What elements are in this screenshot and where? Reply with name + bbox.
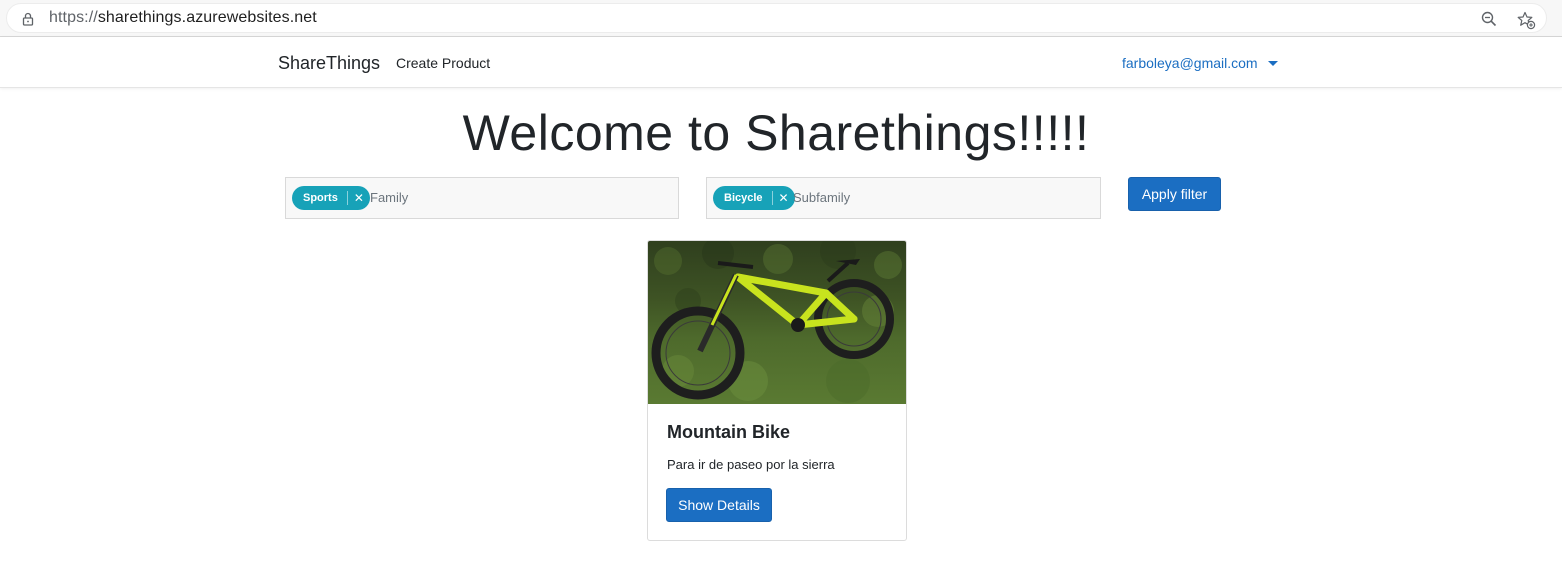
product-image[interactable] <box>648 241 906 404</box>
family-placeholder: Family <box>370 190 409 205</box>
page-title: Welcome to Sharethings!!!!! <box>462 105 1090 161</box>
subfamily-tag-label: Bicycle <box>724 192 763 204</box>
subfamily-placeholder: Subfamily <box>793 190 851 205</box>
remove-tag-icon[interactable]: ✕ <box>348 186 370 210</box>
subfamily-tag-input[interactable]: Bicycle ✕ Subfamily <box>706 177 1101 219</box>
url-protocol: https:// <box>49 9 98 26</box>
lock-icon[interactable] <box>20 11 36 27</box>
nav-link-create-product[interactable]: Create Product <box>396 55 490 71</box>
product-title: Mountain Bike <box>667 422 791 442</box>
navbar: ShareThings Create Product farboleya@gma… <box>0 37 1562 88</box>
family-tag-label: Sports <box>303 192 338 204</box>
url-host: sharethings.azurewebsites.net <box>97 9 317 26</box>
url-field[interactable]: https://sharethings.azurewebsites.net <box>6 3 1547 33</box>
add-favorite-icon[interactable] <box>1516 10 1536 30</box>
subfamily-tag: Bicycle ✕ <box>713 186 795 210</box>
family-tag: Sports ✕ <box>292 186 370 210</box>
remove-tag-icon[interactable]: ✕ <box>773 186 795 210</box>
product-description: Para ir de paseo por la sierra <box>667 457 835 472</box>
browser-address-bar: https://sharethings.azurewebsites.net <box>0 0 1562 37</box>
show-details-button[interactable]: Show Details <box>666 488 772 522</box>
product-card: Mountain Bike Para ir de paseo por la si… <box>647 240 907 541</box>
apply-filter-button[interactable]: Apply filter <box>1128 177 1221 211</box>
caret-down-icon[interactable] <box>1268 61 1278 66</box>
brand-link[interactable]: ShareThings <box>278 53 380 74</box>
family-tag-input[interactable]: Sports ✕ Family <box>285 177 679 219</box>
url-text[interactable]: https://sharethings.azurewebsites.net <box>49 9 317 27</box>
user-menu-toggle[interactable]: farboleya@gmail.com <box>1122 55 1258 71</box>
zoom-out-icon[interactable] <box>1480 10 1498 28</box>
